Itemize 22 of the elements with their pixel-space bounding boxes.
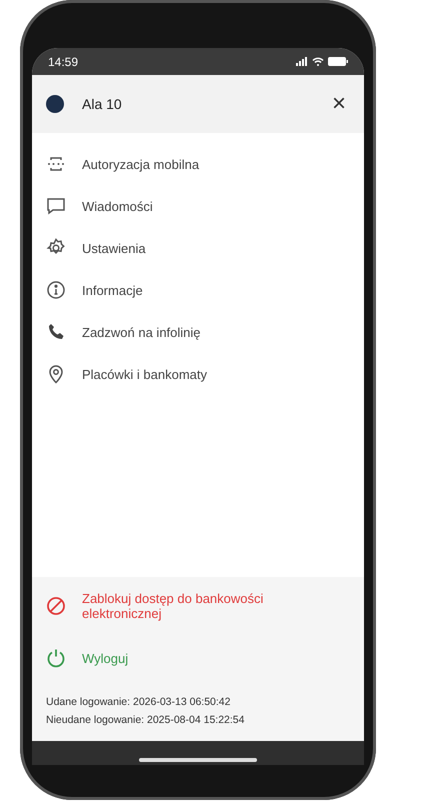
wifi-icon (312, 57, 324, 66)
battery-icon (328, 57, 348, 66)
menu-item[interactable]: Wiadomości (32, 185, 364, 227)
home-indicator[interactable] (139, 758, 257, 762)
menu-item[interactable]: Zadzwoń na infolinię (32, 311, 364, 353)
login-info-text: Nieudane logowanie: 2025-08-04 15:22:54 (46, 713, 244, 728)
menu-item[interactable]: Zablokuj dostęp do bankowości elektronicznej (32, 585, 364, 627)
signal-icon (296, 57, 308, 66)
menu-item[interactable]: Placówki i bankomaty (32, 353, 364, 395)
phone-icon (46, 322, 66, 342)
chat-bubble-icon (46, 196, 66, 216)
menu-item[interactable]: Ustawienia (32, 227, 364, 269)
block-icon (46, 596, 66, 616)
power-icon (46, 648, 66, 668)
close-button[interactable]: × (328, 90, 350, 118)
user-name: Ala 10 (82, 96, 123, 112)
login-info-text: Udane logowanie: 2026-03-13 06:50:42 (46, 695, 230, 710)
menu-item[interactable]: Informacje (32, 269, 364, 311)
menu-item[interactable]: Autoryzacja mobilna (32, 143, 364, 185)
status-time: 14:59 (48, 54, 78, 68)
avatar (46, 95, 64, 113)
info-icon (46, 280, 66, 300)
